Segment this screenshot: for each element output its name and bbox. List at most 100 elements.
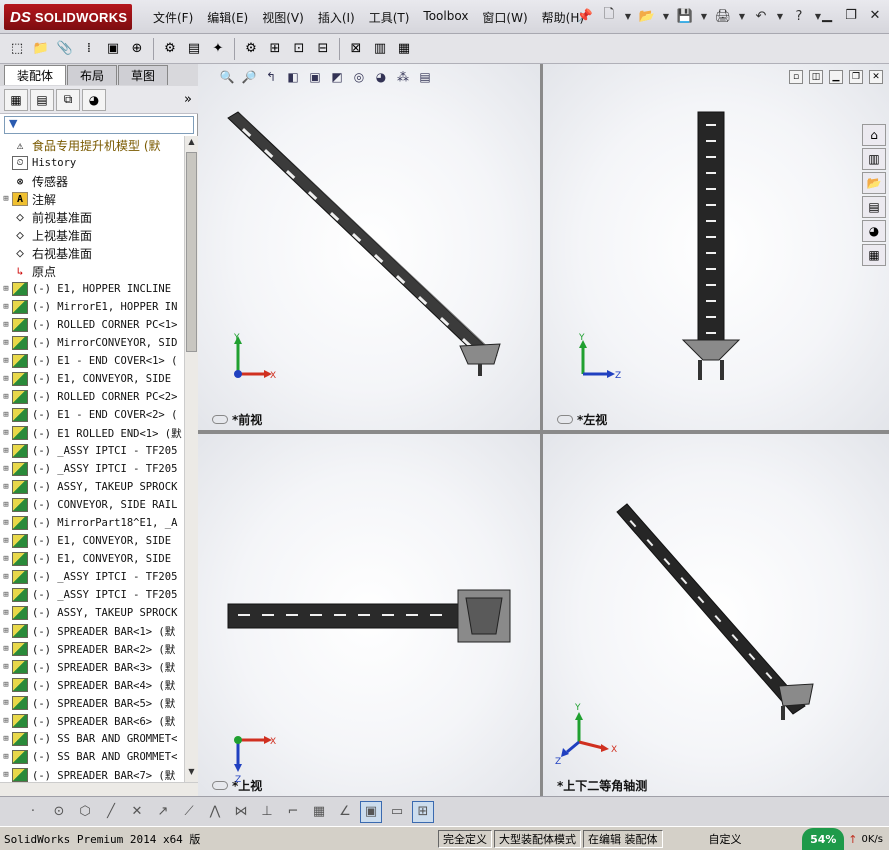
new-document-icon[interactable]: 🗋 [599,5,619,27]
expand-icon[interactable]: ⊞ [0,554,12,564]
expand-icon[interactable]: ⊞ [0,716,12,726]
menu-toolbox[interactable]: Toolbox [416,9,475,26]
paperclip-icon[interactable]: 📎 [54,38,76,60]
expand-icon[interactable]: ⊞ [0,284,12,294]
expand-icon[interactable]: ⊞ [0,644,12,654]
move-component-icon[interactable]: ⊕ [126,38,148,60]
expand-icon[interactable]: ⊞ [0,410,12,420]
tree-vertical-scrollbar[interactable]: ▲ ▼ [184,136,198,782]
undo-dropdown-icon[interactable]: ▼ [775,5,785,27]
tree-item[interactable]: ⊞ (-) SPREADER BAR<2> (默 [0,640,184,658]
configuration-manager-icon[interactable]: ⧉ [56,88,80,111]
home-icon[interactable]: ⌂ [862,124,886,146]
reference-geometry-icon[interactable]: ✦ [207,38,229,60]
instant3d-icon[interactable]: ▦ [393,38,415,60]
tree-item[interactable]: ⊞ (-) E1 - END COVER<2> ( [0,406,184,424]
measure-icon[interactable]: ▥ [369,38,391,60]
undo-icon[interactable]: ↶ [751,5,771,27]
tree-item[interactable]: ⊞ (-) _ASSY IPTCI - TF205 [0,586,184,604]
tree-item[interactable]: ⚠ 食品专用提升机模型 (默 [0,136,184,154]
expand-icon[interactable]: ⊞ [0,302,12,312]
print-dropdown-icon[interactable]: ▼ [737,5,747,27]
tree-item[interactable]: ⊞ (-) ASSY, TAKEUP SPROCK [0,478,184,496]
menu-view[interactable]: 视图(V) [255,9,311,26]
tree-item[interactable]: ⊞ (-) E1, HOPPER INCLINE [0,280,184,298]
custom-properties-icon[interactable]: ▦ [862,244,886,266]
single-viewport-icon[interactable]: ▭ [386,801,408,823]
close-icon[interactable]: ✕ [869,70,883,84]
viewport-front[interactable]: 🔍 🔎 ↰ ◧ ▣ ◩ ◎ ◕ ⁂ ▤ Y X *前视 [198,64,540,430]
tree-item[interactable]: ⊞ (-) SS BAR AND GROMMET< [0,748,184,766]
expand-icon[interactable]: ⊞ [0,752,12,762]
component-pattern-icon[interactable]: ⁞ [78,38,100,60]
tree-item[interactable]: ⊞ (-) E1, CONVEYOR, SIDE [0,370,184,388]
tree-item[interactable]: ⊞ (-) SPREADER BAR<6> (默 [0,712,184,730]
relations-icon[interactable]: ⊥ [256,801,278,823]
close-icon[interactable]: ✕ [867,7,883,23]
expand-icon[interactable]: ⊞ [0,338,12,348]
open-folder-icon[interactable]: 📂 [637,5,657,27]
new-part-icon[interactable]: 📁 [30,38,52,60]
mirror-icon[interactable]: ⋀ [204,801,226,823]
expand-icon[interactable]: ⊞ [0,680,12,690]
menu-tools[interactable]: 工具(T) [362,9,417,26]
tab-assembly[interactable]: 装配体 [4,65,67,85]
tree-item[interactable]: ⊞ (-) E1 ROLLED END<1> (默 [0,424,184,442]
smart-dimension-icon[interactable]: ⋈ [230,801,252,823]
expand-icon[interactable]: ⊞ [0,482,12,492]
new-dropdown-icon[interactable]: ▼ [623,5,633,27]
scrollbar-thumb[interactable] [186,152,197,352]
expand-icon[interactable]: ⊞ [0,590,12,600]
viewport-isometric[interactable]: Y X Z *上下二等角轴测 [543,434,889,796]
tree-item[interactable]: ⊞ (-) ROLLED CORNER PC<1> [0,316,184,334]
help-icon[interactable]: ? [789,5,809,27]
appearances-icon[interactable]: ◕ [862,220,886,242]
tree-item[interactable]: ⊞ (-) SS BAR AND GROMMET< [0,730,184,748]
scroll-up-icon[interactable]: ▲ [186,137,197,151]
tree-item[interactable]: ⊞ (-) SPREADER BAR<4> (默 [0,676,184,694]
viewport-top[interactable]: X Z *上视 [198,434,540,796]
design-library-icon[interactable]: ▥ [862,148,886,170]
assembly-features-icon[interactable]: ▤ [183,38,205,60]
four-viewport-icon[interactable]: ⊞ [412,800,434,823]
expand-icon[interactable]: ⊞ [0,518,12,528]
solidworks-logo[interactable]: DS SOLIDWORKS [4,4,132,30]
tree-item[interactable]: ⊞ (-) MirrorCONVEYOR, SID [0,334,184,352]
circle-icon[interactable]: ⊙ [48,801,70,823]
tree-item[interactable]: ⊞ (-) SPREADER BAR<1> (默 [0,622,184,640]
tree-item[interactable]: ⊞ (-) SPREADER BAR<7> (默 [0,766,184,782]
property-manager-icon[interactable]: ▤ [30,88,54,111]
save-dropdown-icon[interactable]: ▼ [699,5,709,27]
clearance-icon[interactable]: ⊟ [312,38,334,60]
expand-icon[interactable]: ⊞ [0,194,12,204]
show-hidden-icon[interactable]: ⚙ [159,38,181,60]
expand-icon[interactable]: ⊞ [0,770,12,780]
tree-item[interactable]: ⊞ (-) E1, CONVEYOR, SIDE [0,532,184,550]
menu-file[interactable]: 文件(F) [146,9,200,26]
tree-item[interactable]: ⏲ History [0,154,184,172]
tree-item[interactable]: ⊞ (-) SPREADER BAR<3> (默 [0,658,184,676]
tree-item[interactable]: ↳ 原点 [0,262,184,280]
line-icon[interactable]: ╱ [100,801,122,823]
tree-item[interactable]: ⊞ (-) E1, CONVEYOR, SIDE [0,550,184,568]
tree-item[interactable]: ◇ 右视基准面 [0,244,184,262]
pin-icon[interactable]: 📌 [575,5,595,27]
tree-item[interactable]: ⊞ (-) _ASSY IPTCI - TF205 [0,460,184,478]
minimize-icon[interactable]: ▁ [819,7,835,23]
tree-item[interactable]: ⊞ (-) ROLLED CORNER PC<2> [0,388,184,406]
expand-icon[interactable]: ⊞ [0,608,12,618]
menu-edit[interactable]: 编辑(E) [200,9,255,26]
insert-component-icon[interactable]: ⬚ [6,38,28,60]
point-icon[interactable]: · [22,801,44,823]
menu-window[interactable]: 窗口(W) [475,9,534,26]
tree-item[interactable]: ⊞ (-) MirrorPart18^E1, _A [0,514,184,532]
expand-icon[interactable]: ⊞ [0,572,12,582]
grid-icon[interactable]: ▦ [308,801,330,823]
tab-sketch[interactable]: 草图 [118,65,169,85]
angle-icon[interactable]: ∠ [334,801,356,823]
expand-icon[interactable]: ⊞ [0,536,12,546]
tree-filter[interactable]: ▼ [4,116,194,134]
tree-horizontal-scrollbar[interactable] [0,782,198,796]
expand-panel-icon[interactable]: » [184,92,192,107]
menu-insert[interactable]: 插入(I) [311,9,362,26]
